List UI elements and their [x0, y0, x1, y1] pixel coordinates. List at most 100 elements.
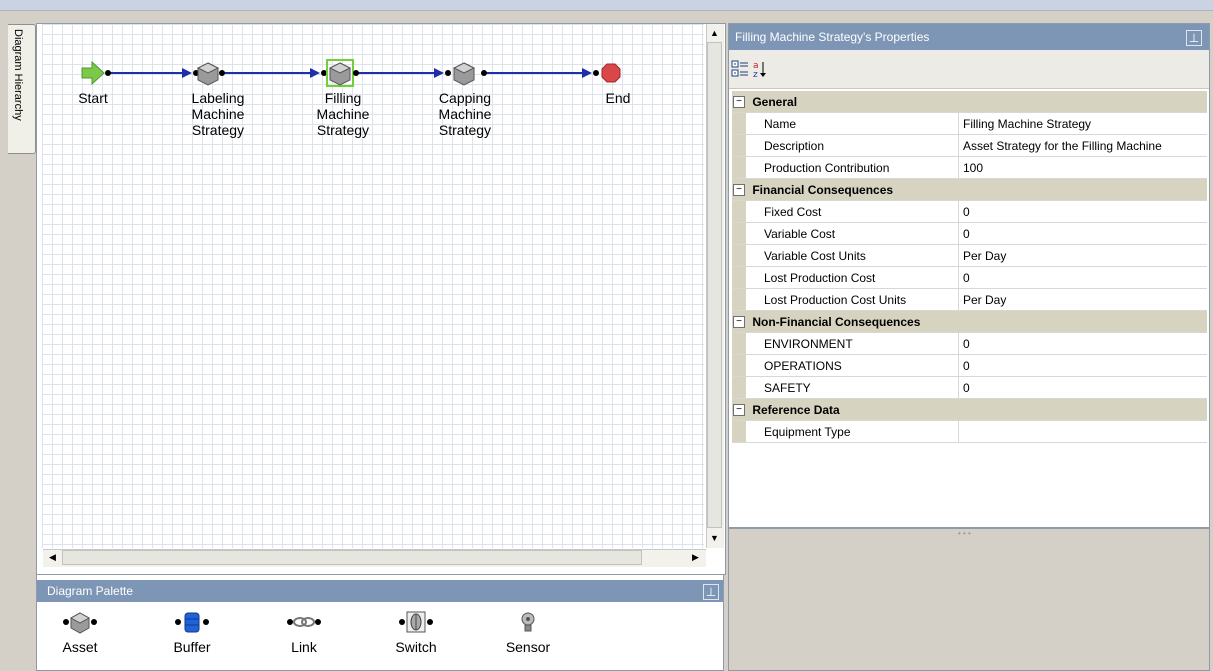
sensor-icon: [521, 612, 535, 632]
row-gutter: [732, 134, 746, 157]
row-gutter: [732, 288, 746, 311]
category-reference-data-label: Reference Data: [752, 402, 840, 417]
category-non-financial-label: Non-Financial Consequences: [752, 314, 921, 329]
node-label-start: Start: [43, 90, 143, 106]
diagram-palette-title: Diagram Palette: [47, 584, 134, 598]
property-row[interactable]: Name Filling Machine Strategy: [732, 112, 1207, 135]
property-name: OPERATIONS: [746, 354, 959, 377]
palette-item-asset[interactable]: Asset: [40, 610, 120, 655]
link-start-labeling[interactable]: [108, 68, 192, 78]
horizontal-scroll-thumb[interactable]: [62, 550, 642, 565]
palette-item-switch[interactable]: Switch: [376, 610, 456, 655]
row-gutter: [732, 112, 746, 135]
node-label-labeling-text: Labeling Machine Strategy: [191, 90, 245, 138]
scroll-down-icon[interactable]: ▼: [707, 531, 722, 546]
collapse-icon[interactable]: −: [733, 96, 745, 109]
property-name: Description: [746, 134, 959, 157]
splitter-grip[interactable]: • • •: [958, 529, 971, 538]
collapse-icon[interactable]: −: [733, 184, 745, 197]
property-name: Fixed Cost: [746, 200, 959, 223]
category-general[interactable]: − General: [732, 91, 1207, 113]
scroll-left-icon[interactable]: ◀: [45, 550, 60, 565]
property-row[interactable]: Variable Cost Units Per Day: [732, 244, 1207, 267]
asset-cube-icon[interactable]: [445, 62, 487, 86]
categorized-icon[interactable]: [731, 60, 749, 78]
property-value[interactable]: 0: [958, 376, 1207, 399]
property-value[interactable]: Per Day: [958, 244, 1207, 267]
property-row[interactable]: Fixed Cost 0: [732, 200, 1207, 223]
row-gutter: [732, 376, 746, 399]
vertical-scroll-thumb[interactable]: [707, 42, 722, 528]
diagram-hierarchy-tab[interactable]: Diagram Hierarchy: [8, 24, 36, 154]
palette-item-sensor[interactable]: Sensor: [488, 610, 568, 655]
property-value[interactable]: 0: [958, 332, 1207, 355]
node-label-start-text: Start: [78, 90, 108, 106]
buffer-drum-icon: [175, 612, 209, 633]
scroll-up-icon[interactable]: ▲: [707, 26, 722, 41]
category-financial-label: Financial Consequences: [752, 182, 894, 197]
property-value[interactable]: 0: [958, 200, 1207, 223]
scroll-right-icon[interactable]: ▶: [688, 550, 703, 565]
sort-az-icon[interactable]: a z: [752, 59, 768, 79]
palette-pin-icon[interactable]: ⊥: [703, 584, 719, 600]
category-reference-data[interactable]: − Reference Data: [732, 398, 1207, 421]
property-row[interactable]: OPERATIONS 0: [732, 354, 1207, 377]
row-gutter: [732, 222, 746, 245]
property-grid: − General Name Filling Machine Strategy …: [732, 91, 1207, 443]
node-label-filling-text: Filling Machine Strategy: [316, 90, 370, 138]
node-label-capping: Capping Machine Strategy: [415, 90, 515, 138]
top-strip: [0, 0, 1213, 11]
property-row[interactable]: ENVIRONMENT 0: [732, 332, 1207, 355]
property-row[interactable]: Lost Production Cost 0: [732, 266, 1207, 289]
property-name: Variable Cost: [746, 222, 959, 245]
properties-title: Filling Machine Strategy's Properties: [735, 30, 930, 44]
node-label-filling: Filling Machine Strategy: [293, 90, 393, 138]
property-row[interactable]: Lost Production Cost Units Per Day: [732, 288, 1207, 311]
palette-item-switch-label: Switch: [395, 639, 437, 655]
property-row[interactable]: Production Contribution 100: [732, 156, 1207, 179]
asset-cube-icon[interactable]: [193, 62, 225, 86]
row-gutter: [732, 332, 746, 355]
palette-item-buffer[interactable]: Buffer: [152, 610, 232, 655]
property-row[interactable]: Variable Cost 0: [732, 222, 1207, 245]
properties-header: Filling Machine Strategy's Properties: [729, 24, 1209, 50]
property-name: Equipment Type: [746, 420, 959, 443]
category-non-financial[interactable]: − Non-Financial Consequences: [732, 310, 1207, 333]
category-financial[interactable]: − Financial Consequences: [732, 178, 1207, 201]
property-value[interactable]: [958, 420, 1207, 443]
property-row[interactable]: Equipment Type: [732, 420, 1207, 443]
palette-item-link[interactable]: Link: [264, 610, 344, 655]
switch-icon: [399, 611, 433, 633]
link-capping-end[interactable]: [484, 68, 592, 78]
property-row[interactable]: SAFETY 0: [732, 376, 1207, 399]
diagram-hierarchy-tab-label: Diagram Hierarchy: [12, 29, 24, 121]
link-labeling-filling[interactable]: [222, 68, 320, 78]
property-name: Variable Cost Units: [746, 244, 959, 267]
collapse-icon[interactable]: −: [733, 404, 745, 417]
property-value[interactable]: Filling Machine Strategy: [958, 112, 1207, 135]
palette-item-asset-label: Asset: [62, 639, 98, 655]
properties-toolbar: [729, 50, 1209, 89]
asset-cube-icon-selected[interactable]: [321, 59, 359, 87]
property-value[interactable]: 0: [958, 266, 1207, 289]
start-arrow-icon[interactable]: [81, 60, 111, 86]
row-gutter: [732, 420, 746, 443]
property-value[interactable]: 100: [958, 156, 1207, 179]
category-reference-data-cell: − Reference Data: [732, 398, 1207, 421]
collapse-icon[interactable]: −: [733, 316, 745, 329]
node-label-end: End: [568, 90, 668, 106]
property-value[interactable]: Per Day: [958, 288, 1207, 311]
svg-text:z: z: [753, 70, 758, 79]
properties-pin-icon[interactable]: ⊥: [1186, 30, 1202, 46]
property-name: ENVIRONMENT: [746, 332, 959, 355]
link-filling-capping[interactable]: [356, 68, 444, 78]
category-general-label: General: [752, 94, 798, 109]
diagram-palette-header: Diagram Palette: [37, 580, 723, 602]
end-stop-icon[interactable]: [593, 63, 621, 83]
property-name: SAFETY: [746, 376, 959, 399]
row-gutter: [732, 244, 746, 267]
property-value[interactable]: 0: [958, 354, 1207, 377]
property-value[interactable]: 0: [958, 222, 1207, 245]
property-value[interactable]: Asset Strategy for the Filling Machine: [958, 134, 1207, 157]
property-row[interactable]: Description Asset Strategy for the Filli…: [732, 134, 1207, 157]
